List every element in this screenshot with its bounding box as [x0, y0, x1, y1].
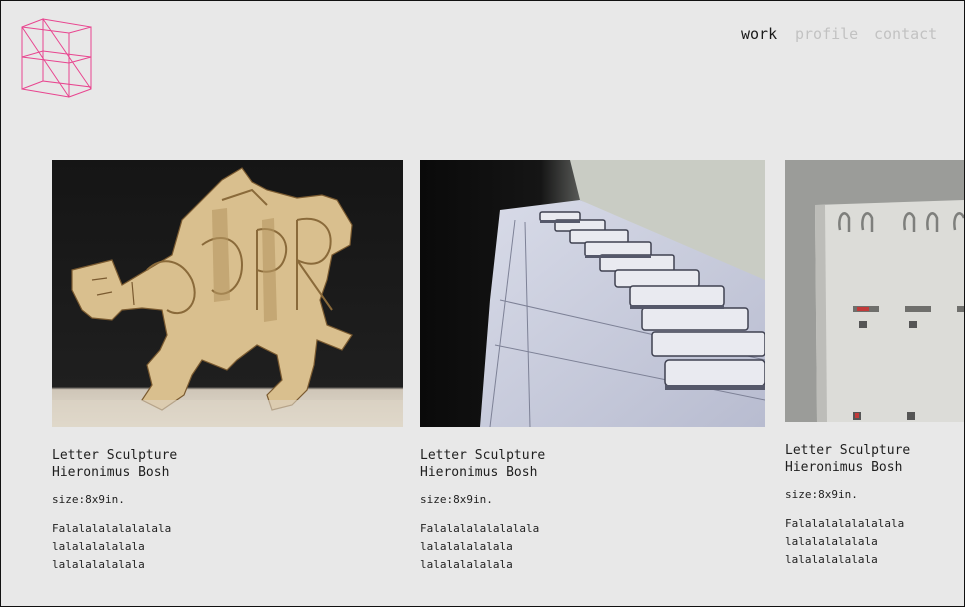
work-description-line: lalalalalalala [420, 540, 513, 553]
spiral-calendar-photo[interactable] [785, 160, 964, 422]
work-description-line: Falalalalalalalala [785, 517, 905, 530]
work-description-line: Falalalalalalalala [420, 522, 540, 535]
work-artist: Hieronimus Bosh [785, 460, 903, 475]
paper-piano-photo[interactable] [420, 160, 765, 427]
work-size: size:8x9in. [420, 493, 493, 506]
work-description-line: lalalalalalala [785, 535, 878, 548]
work-title: Letter Sculpture [52, 448, 178, 463]
main-nav: work profile contact [741, 25, 937, 43]
work-description-line: lalalalalalala [785, 553, 878, 566]
work-card: Letter Sculpture Hieronimus Bosh size:8x… [420, 160, 765, 574]
work-size: size:8x9in. [52, 493, 125, 506]
work-description-line: lalalalalalala [52, 558, 145, 571]
work-title-block: Letter Sculpture Hieronimus Bosh [785, 442, 964, 476]
work-card: Letter Sculpture Hieronimus Bosh size:8x… [52, 160, 403, 574]
work-description-line: lalalalalalala [420, 558, 513, 571]
letter-sculpture-photo[interactable] [52, 160, 403, 427]
work-description: Falalalalalalalala lalalalalalala lalala… [52, 520, 403, 574]
work-title: Letter Sculpture [785, 443, 911, 458]
work-description: Falalalalalalalala lalalalalalala lalala… [785, 515, 964, 569]
work-title-block: Letter Sculpture Hieronimus Bosh [420, 447, 765, 481]
wireframe-n-logo-icon[interactable] [21, 17, 95, 101]
work-artist: Hieronimus Bosh [52, 465, 170, 480]
work-description-line: lalalalalalala [52, 540, 145, 553]
nav-profile-link[interactable]: profile [795, 25, 874, 43]
work-description-line: Falalalalalalalala [52, 522, 172, 535]
work-title: Letter Sculpture [420, 448, 546, 463]
work-size: size:8x9in. [785, 488, 858, 501]
work-description: Falalalalalalalala lalalalalalala lalala… [420, 520, 765, 574]
page-frame: work profile contact Letter Sculpture Hi… [0, 0, 965, 607]
work-title-block: Letter Sculpture Hieronimus Bosh [52, 447, 403, 481]
work-card: Letter Sculpture Hieronimus Bosh size:8x… [785, 160, 964, 569]
nav-contact-link[interactable]: contact [874, 25, 937, 43]
work-artist: Hieronimus Bosh [420, 465, 538, 480]
nav-work-link[interactable]: work [741, 25, 795, 43]
